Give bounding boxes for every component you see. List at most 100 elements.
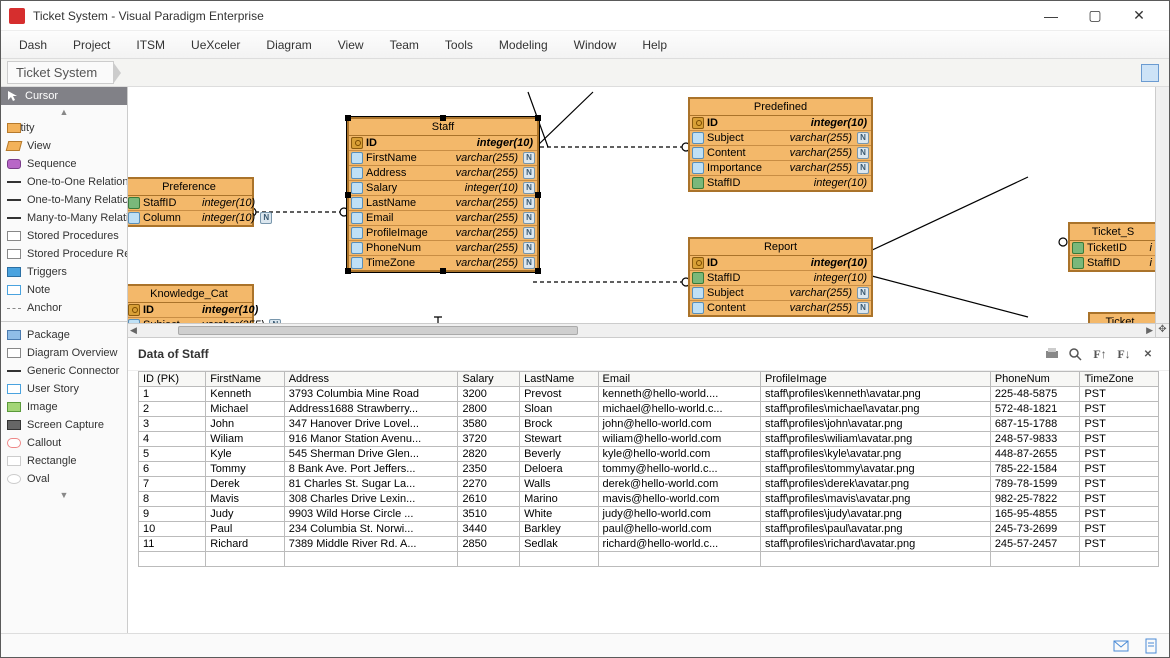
menu-modeling[interactable]: Modeling — [499, 38, 548, 52]
entity-column-row[interactable]: Importancevarchar(255)N — [690, 161, 871, 176]
menu-view[interactable]: View — [338, 38, 364, 52]
column-header[interactable]: TimeZone — [1080, 372, 1159, 387]
tool-entity[interactable]: Entity — [1, 119, 127, 137]
column-header[interactable]: FirstName — [206, 372, 284, 387]
table-row[interactable]: 1Kenneth3793 Columbia Mine Road3200Prevo… — [139, 387, 1159, 402]
col-icon — [692, 147, 704, 159]
entity-preference[interactable]: Preference StaffIDinteger(10)Columninteg… — [128, 177, 254, 227]
table-row[interactable]: 6Tommy8 Bank Ave. Port Jeffers...2350Del… — [139, 462, 1159, 477]
menu-window[interactable]: Window — [574, 38, 617, 52]
table-row[interactable]: 9Judy9903 Wild Horse Circle ...3510White… — [139, 507, 1159, 522]
column-header[interactable]: Email — [598, 372, 761, 387]
entity-ticket-s[interactable]: Ticket_S TicketIDiStaffIDi — [1068, 222, 1158, 272]
menu-help[interactable]: Help — [642, 38, 667, 52]
view-layout-icon[interactable] — [1141, 64, 1159, 82]
entity-column-row[interactable]: StaffIDinteger(10) — [128, 196, 252, 211]
entity-column-row[interactable]: FirstNamevarchar(255)N — [349, 151, 537, 166]
tool-view[interactable]: View — [1, 137, 127, 155]
tool-sequence[interactable]: Sequence — [1, 155, 127, 173]
print-icon[interactable] — [1041, 344, 1063, 364]
breadcrumb[interactable]: Ticket System — [7, 61, 114, 84]
tool-one-to-many-relationship[interactable]: One-to-Many Relationship — [1, 191, 127, 209]
palette-expand-icon[interactable]: ▲ — [1, 105, 127, 119]
mail-icon[interactable] — [1113, 638, 1129, 654]
horizontal-scrollbar[interactable]: ◀▶ — [128, 323, 1155, 337]
vertical-scrollbar[interactable] — [1155, 87, 1169, 323]
tool-rectangle[interactable]: Rectangle — [1, 452, 127, 470]
menu-itsm[interactable]: ITSM — [136, 38, 165, 52]
tool-anchor[interactable]: Anchor — [1, 299, 127, 317]
tool-many-to-many-relationship[interactable]: Many-to-Many Relationship — [1, 209, 127, 227]
tool-one-to-one-relationship[interactable]: One-to-One Relationship — [1, 173, 127, 191]
resize-grip-icon[interactable]: ✥ — [1155, 323, 1169, 337]
column-header[interactable]: LastName — [520, 372, 598, 387]
tool-triggers[interactable]: Triggers — [1, 263, 127, 281]
entity-column-row[interactable]: StaffIDinteger(10) — [690, 271, 871, 286]
entity-report[interactable]: Report IDinteger(10)StaffIDinteger(10)Su… — [688, 237, 873, 317]
entity-predefined[interactable]: Predefined IDinteger(10)Subjectvarchar(2… — [688, 97, 873, 192]
palette-collapse-icon[interactable]: ▼ — [1, 488, 127, 502]
column-header[interactable]: PhoneNum — [990, 372, 1080, 387]
entity-column-row[interactable]: LastNamevarchar(255)N — [349, 196, 537, 211]
tool-oval[interactable]: Oval — [1, 470, 127, 488]
column-header[interactable]: ID (PK) — [139, 372, 206, 387]
tool-user-story[interactable]: User Story — [1, 380, 127, 398]
entity-column-row[interactable]: Contentvarchar(255)N — [690, 301, 871, 315]
entity-column-row[interactable]: Salaryinteger(10)N — [349, 181, 537, 196]
search-icon[interactable] — [1065, 344, 1087, 364]
table-row[interactable]: 7Derek81 Charles St. Sugar La...2270Wall… — [139, 477, 1159, 492]
table-row[interactable]: 11Richard7389 Middle River Rd. A...2850S… — [139, 537, 1159, 552]
minimize-button[interactable]: — — [1029, 2, 1073, 30]
diagram-canvas[interactable]: Preference StaffIDinteger(10)Columninteg… — [128, 87, 1169, 338]
table-row[interactable]: 4Wiliam916 Manor Station Avenu...3720Ste… — [139, 432, 1159, 447]
entity-staff[interactable]: Staff IDinteger(10)FirstNamevarchar(255)… — [347, 117, 539, 272]
panel-close-icon[interactable]: ✕ — [1137, 344, 1159, 364]
tool-callout[interactable]: Callout — [1, 434, 127, 452]
tool-package[interactable]: Package — [1, 326, 127, 344]
menu-team[interactable]: Team — [390, 38, 419, 52]
entity-column-row[interactable]: Subjectvarchar(255)N — [690, 286, 871, 301]
entity-column-row[interactable]: PhoneNumvarchar(255)N — [349, 241, 537, 256]
menu-uexceler[interactable]: UeXceler — [191, 38, 240, 52]
menu-project[interactable]: Project — [73, 38, 110, 52]
entity-column-row[interactable]: Emailvarchar(255)N — [349, 211, 537, 226]
sort-asc-icon[interactable]: F↑ — [1089, 344, 1111, 364]
close-button[interactable]: ✕ — [1117, 2, 1161, 30]
tool-diagram-overview[interactable]: Diagram Overview — [1, 344, 127, 362]
table-row[interactable]: 5Kyle545 Sherman Drive Glen...2820Beverl… — [139, 447, 1159, 462]
cursor-tool[interactable]: Cursor — [1, 87, 127, 105]
menu-tools[interactable]: Tools — [445, 38, 473, 52]
sort-desc-icon[interactable]: F↓ — [1113, 344, 1135, 364]
entity-column-row[interactable]: StaffIDinteger(10) — [690, 176, 871, 190]
entity-column-row[interactable]: Addressvarchar(255)N — [349, 166, 537, 181]
table-row[interactable]: 8Mavis308 Charles Drive Lexin...2610Mari… — [139, 492, 1159, 507]
table-row[interactable]: 10Paul234 Columbia St. Norwi...3440Barkl… — [139, 522, 1159, 537]
menu-dash[interactable]: Dash — [19, 38, 47, 52]
entity-column-row[interactable]: StaffIDi — [1070, 256, 1156, 270]
data-table[interactable]: ID (PK)FirstNameAddressSalaryLastNameEma… — [138, 371, 1159, 567]
tool-stored-procedures[interactable]: Stored Procedures — [1, 227, 127, 245]
column-header[interactable]: ProfileImage — [761, 372, 991, 387]
column-header[interactable]: Salary — [458, 372, 520, 387]
entity-column-row[interactable]: Contentvarchar(255)N — [690, 146, 871, 161]
entity-column-row[interactable]: IDinteger(10) — [128, 303, 252, 318]
entity-column-row[interactable]: TicketIDi — [1070, 241, 1156, 256]
table-row-empty[interactable] — [139, 552, 1159, 567]
entity-column-row[interactable]: Subjectvarchar(255)N — [690, 131, 871, 146]
entity-column-row[interactable]: IDinteger(10) — [690, 256, 871, 271]
menu-diagram[interactable]: Diagram — [266, 38, 311, 52]
tool-stored-procedure-resultset[interactable]: Stored Procedure Resultset — [1, 245, 127, 263]
table-row[interactable]: 3John347 Hanover Drive Lovel...3580Brock… — [139, 417, 1159, 432]
column-header[interactable]: Address — [284, 372, 458, 387]
maximize-button[interactable]: ▢ — [1073, 2, 1117, 30]
entity-column-row[interactable]: Columninteger(10)N — [128, 211, 252, 225]
entity-column-row[interactable]: IDinteger(10) — [349, 136, 537, 151]
entity-column-row[interactable]: IDinteger(10) — [690, 116, 871, 131]
entity-column-row[interactable]: ProfileImagevarchar(255)N — [349, 226, 537, 241]
tool-note[interactable]: Note — [1, 281, 127, 299]
document-icon[interactable] — [1143, 638, 1159, 654]
tool-screen-capture[interactable]: Screen Capture — [1, 416, 127, 434]
tool-image[interactable]: Image — [1, 398, 127, 416]
tool-generic-connector[interactable]: Generic Connector — [1, 362, 127, 380]
table-row[interactable]: 2MichaelAddress1688 Strawberry...2800Slo… — [139, 402, 1159, 417]
